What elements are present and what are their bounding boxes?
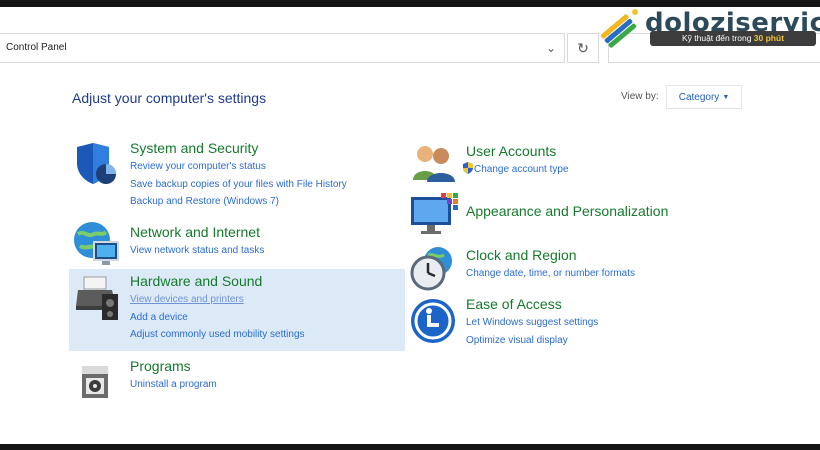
link-file-history[interactable]: Save backup copies of your files with Fi… — [130, 176, 347, 194]
chevron-down-icon[interactable]: ⌄ — [546, 41, 556, 55]
programs-box-icon — [82, 366, 108, 398]
window-top-edge — [0, 0, 820, 7]
link-network-status[interactable]: View network status and tasks — [130, 242, 264, 260]
link-date-time-formats[interactable]: Change date, time, or number formats — [466, 265, 635, 283]
window-bottom-edge — [0, 444, 820, 450]
category-title[interactable]: Ease of Access — [466, 296, 598, 312]
link-optimize-display[interactable]: Optimize visual display — [466, 332, 598, 350]
view-by-label: View by: — [621, 91, 659, 102]
category-title[interactable]: Network and Internet — [130, 224, 264, 240]
caret-down-icon: ▼ — [722, 93, 730, 101]
monitor-palette-icon — [411, 193, 458, 234]
category-title[interactable]: Appearance and Personalization — [466, 203, 668, 219]
users-icon — [413, 146, 455, 182]
tagline-highlight: 30 phút — [753, 33, 785, 43]
printer-speaker-icon — [76, 276, 118, 320]
view-by-dropdown[interactable]: Category ▼ — [666, 85, 742, 109]
category-system-security: System and Security Review your computer… — [130, 140, 347, 211]
category-network-internet: Network and Internet View network status… — [130, 224, 264, 260]
link-mobility-settings[interactable]: Adjust commonly used mobility settings — [130, 326, 305, 344]
category-title[interactable]: User Accounts — [466, 143, 569, 159]
category-title[interactable]: Hardware and Sound — [130, 273, 305, 289]
category-hardware-sound: Hardware and Sound View devices and prin… — [130, 273, 305, 344]
link-suggest-settings[interactable]: Let Windows suggest settings — [466, 314, 598, 332]
link-add-device[interactable]: Add a device — [130, 309, 305, 327]
category-title[interactable]: System and Security — [130, 140, 347, 156]
category-title[interactable]: Clock and Region — [466, 247, 635, 263]
page-title: Adjust your computer's settings — [72, 90, 267, 106]
brand-logo-icon — [600, 9, 638, 48]
brand-tagline: Kỹ thuật đến trong 30 phút — [650, 31, 816, 46]
link-backup-restore[interactable]: Backup and Restore (Windows 7) — [130, 193, 347, 211]
address-bar[interactable]: Control Panel ⌄ — [0, 33, 565, 63]
link-label: Change account type — [474, 164, 569, 175]
view-by-value: Category — [678, 91, 720, 103]
link-uninstall-program[interactable]: Uninstall a program — [130, 376, 217, 394]
category-appearance: Appearance and Personalization — [466, 203, 668, 221]
tagline-prefix: Kỹ thuật đến trong — [681, 33, 754, 43]
category-ease-of-access: Ease of Access Let Windows suggest setti… — [466, 296, 598, 349]
category-programs: Programs Uninstall a program — [130, 358, 217, 394]
link-review-status[interactable]: Review your computer's status — [130, 158, 347, 176]
address-path: Control Panel — [6, 42, 67, 53]
shield-icon — [77, 143, 116, 184]
globe-network-icon — [74, 222, 119, 265]
category-title[interactable]: Programs — [130, 358, 217, 374]
watermark-logo: doloziservice Kỹ thuật đến trong 30 phút — [598, 8, 820, 48]
link-change-account-type[interactable]: Change account type — [462, 161, 569, 179]
ease-of-access-icon — [411, 299, 455, 343]
category-user-accounts: User Accounts Change account type — [463, 143, 569, 179]
refresh-icon[interactable]: ↻ — [567, 33, 599, 63]
clock-globe-icon — [410, 247, 452, 291]
link-devices-printers[interactable]: View devices and printers — [130, 291, 305, 309]
category-clock-region: Clock and Region Change date, time, or n… — [466, 247, 635, 283]
uac-shield-icon — [463, 162, 473, 174]
